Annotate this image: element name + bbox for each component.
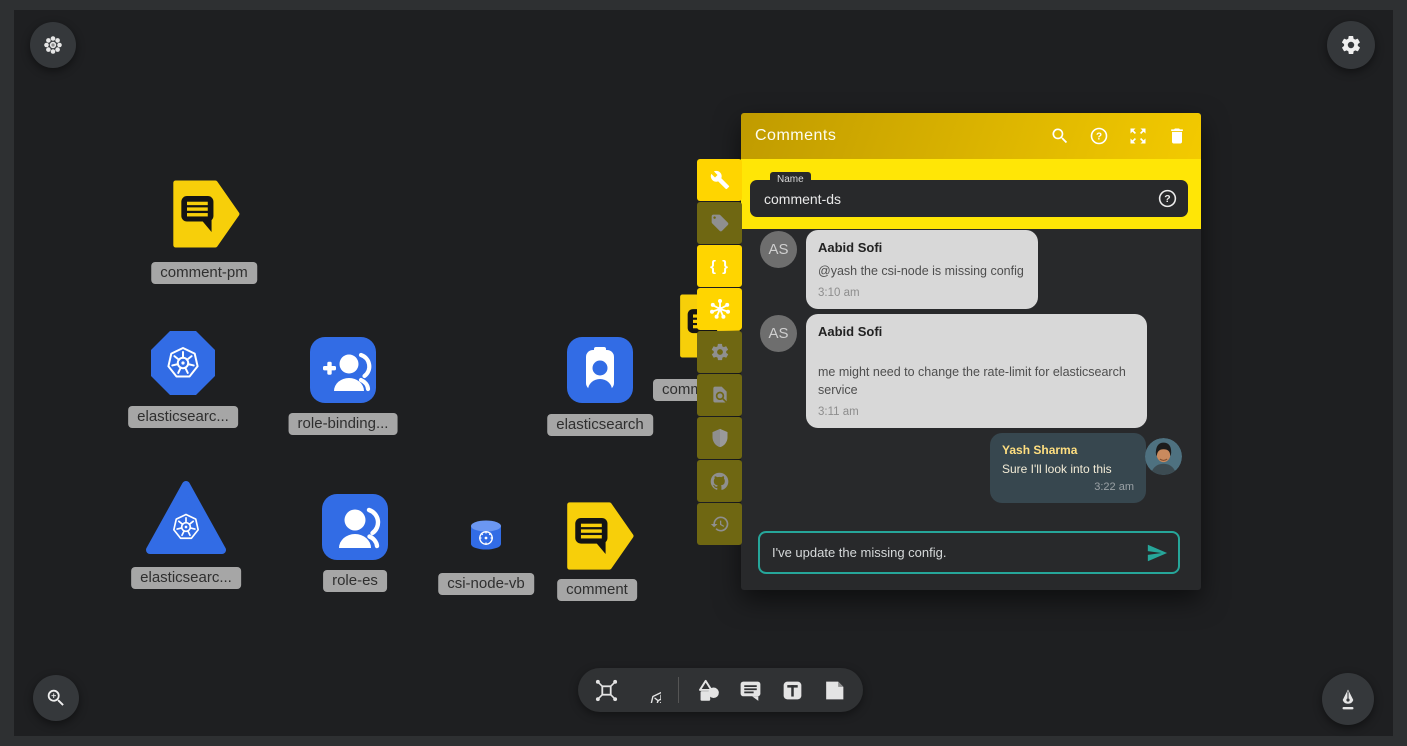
node-label-elasticsearch-octagon[interactable]: elasticsearc... — [128, 406, 238, 428]
app-menu-button[interactable] — [30, 22, 76, 68]
svg-text:?: ? — [1096, 132, 1102, 143]
tag-icon — [710, 213, 730, 233]
message-author: Aabid Sofi — [818, 324, 1135, 339]
comments-panel-header[interactable]: Comments ? — [741, 113, 1201, 159]
braces-button[interactable]: { } — [697, 245, 742, 287]
name-section: Name ? — [741, 159, 1201, 229]
message-time: 3:10 am — [818, 287, 1026, 299]
name-field[interactable]: Name ? — [750, 180, 1188, 217]
note-tool-icon[interactable] — [822, 678, 847, 703]
kubernetes-hub-button[interactable] — [697, 288, 742, 330]
doc-search-button[interactable] — [697, 374, 742, 416]
node-comment-pm[interactable] — [168, 180, 240, 253]
message-author: Aabid Sofi — [818, 240, 1026, 255]
message-time: 3:22 am — [1002, 481, 1134, 493]
message-bubble: Aabid Sofi me might need to change the r… — [806, 314, 1147, 428]
delete-icon[interactable] — [1167, 126, 1187, 146]
node-role-binding[interactable] — [310, 337, 376, 408]
zoom-in-icon — [45, 687, 67, 709]
node-label-role-es[interactable]: role-es — [323, 570, 387, 592]
expand-icon[interactable] — [1128, 126, 1148, 146]
node-csi-node-vb[interactable] — [469, 518, 503, 559]
avatar-initials: AS — [768, 241, 788, 258]
name-input[interactable] — [764, 180, 1144, 217]
doc-search-icon — [710, 385, 730, 405]
history-button[interactable] — [697, 503, 742, 545]
help-icon[interactable]: ? — [1089, 126, 1109, 146]
help-icon[interactable]: ? — [1157, 188, 1178, 209]
shield-icon — [710, 428, 730, 448]
message-text: me might need to change the rate-limit f… — [818, 363, 1135, 399]
panel-title: Comments — [755, 127, 1031, 145]
kubernetes-icon[interactable] — [636, 678, 661, 703]
node-label-elasticsearch-triangle[interactable]: elasticsearc... — [131, 567, 241, 589]
search-icon[interactable] — [1050, 126, 1070, 146]
pen-nib-icon — [1336, 687, 1360, 711]
node-label-elasticsearch[interactable]: elasticsearch — [547, 414, 653, 436]
message-bubble: Yash Sharma Sure I'll look into this 3:2… — [990, 433, 1146, 503]
service-account-icon — [567, 337, 633, 403]
kubernetes-octagon-icon — [149, 329, 217, 397]
meshery-logo-icon — [42, 34, 64, 56]
toolbar-divider — [678, 677, 679, 703]
user-photo — [1145, 438, 1182, 475]
role-binding-icon — [310, 337, 376, 403]
node-elasticsearch-triangle[interactable] — [146, 480, 226, 560]
app-window: comment-pm elasticsearc... role-binding.… — [0, 0, 1407, 746]
comments-panel: Comments ? Name ? AS Aabid Sofi @yash th… — [741, 113, 1201, 590]
kubernetes-triangle-icon — [146, 480, 226, 555]
avatar-initials: AS — [768, 325, 788, 342]
node-label-csi-node-vb[interactable]: csi-node-vb — [438, 573, 534, 595]
history-icon — [710, 514, 730, 534]
storage-cylinder-icon — [469, 518, 503, 554]
wrench-button[interactable] — [697, 159, 742, 201]
components-icon[interactable] — [594, 678, 619, 703]
comment-node-icon — [562, 500, 634, 572]
shapes-icon[interactable] — [696, 678, 721, 703]
role-icon — [322, 494, 388, 560]
node-label-comment-pm[interactable]: comment-pm — [151, 262, 257, 284]
svg-text:?: ? — [1164, 193, 1170, 205]
comment-tool-icon[interactable] — [738, 678, 763, 703]
node-elasticsearch-serviceaccount[interactable] — [567, 337, 633, 408]
github-icon — [709, 471, 730, 492]
send-icon[interactable] — [1146, 542, 1168, 564]
shield-button[interactable] — [697, 417, 742, 459]
zoom-button[interactable] — [33, 675, 79, 721]
message-text: @yash the csi-node is missing config — [818, 262, 1026, 280]
bottom-toolbar — [578, 668, 863, 712]
text-tool-icon[interactable] — [780, 678, 805, 703]
tag-button[interactable] — [697, 202, 742, 244]
comment-composer[interactable] — [758, 531, 1180, 574]
node-comment[interactable] — [562, 500, 634, 577]
node-elasticsearch-octagon[interactable] — [149, 329, 217, 402]
gear-button[interactable] — [697, 331, 742, 373]
message-bubble: Aabid Sofi @yash the csi-node is missing… — [806, 230, 1038, 309]
message-time: 3:11 am — [818, 406, 1135, 418]
node-label-role-binding[interactable]: role-binding... — [289, 413, 398, 435]
gear-icon — [1340, 34, 1362, 56]
github-button[interactable] — [697, 460, 742, 502]
kubernetes-hub-icon — [709, 298, 731, 320]
pen-button[interactable] — [1322, 673, 1374, 725]
message-text: Sure I'll look into this — [1002, 461, 1134, 478]
message-author: Yash Sharma — [1002, 443, 1134, 457]
settings-button[interactable] — [1327, 21, 1375, 69]
dock-right: { } — [697, 159, 742, 546]
avatar-photo — [1145, 438, 1182, 475]
comment-input[interactable] — [772, 533, 1122, 572]
comment-node-icon — [168, 180, 240, 248]
avatar: AS — [760, 315, 797, 352]
node-role-es[interactable] — [322, 494, 388, 565]
gear-icon — [710, 342, 730, 362]
wrench-icon — [710, 170, 730, 190]
braces-icon: { } — [710, 258, 729, 275]
node-label-comment[interactable]: comment — [557, 579, 637, 601]
avatar: AS — [760, 231, 797, 268]
